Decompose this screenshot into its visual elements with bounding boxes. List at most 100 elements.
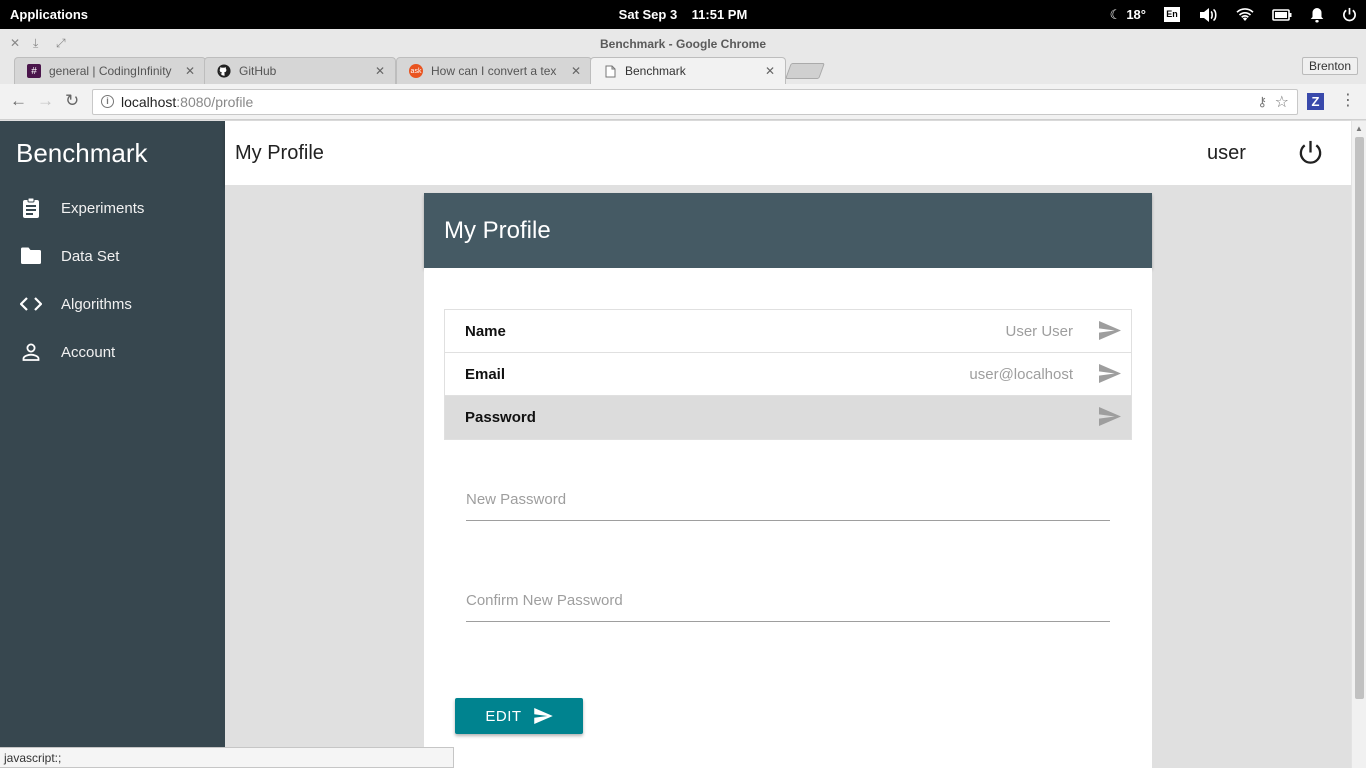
- sidebar-item-label: Data Set: [61, 247, 120, 265]
- tab-benchmark[interactable]: Benchmark ✕: [590, 57, 786, 84]
- confirm-password-input[interactable]: [466, 582, 1110, 618]
- sidebar-item-label: Algorithms: [61, 295, 132, 313]
- send-icon[interactable]: [1099, 364, 1121, 388]
- new-password-input[interactable]: [466, 481, 1110, 517]
- tab-codinginfinity[interactable]: # general | CodingInfinity ✕: [14, 57, 206, 84]
- power-icon: [1343, 7, 1356, 22]
- current-username: user: [1207, 142, 1246, 164]
- slack-hash-icon: #: [27, 64, 41, 78]
- profile-card-title: My Profile: [444, 217, 551, 244]
- wifi-indicator[interactable]: [1227, 0, 1263, 29]
- key-icon[interactable]: ⚷: [1257, 94, 1267, 110]
- profile-card-header: My Profile: [424, 193, 1152, 268]
- power-icon: [1299, 140, 1322, 164]
- bell-icon: [1310, 7, 1324, 22]
- zotero-extension-icon[interactable]: Z: [1307, 93, 1324, 110]
- row-label: Email: [465, 366, 506, 383]
- send-icon: [533, 708, 553, 724]
- sidebar-item-data-set[interactable]: Data Set: [0, 232, 225, 280]
- url-path: :8080/profile: [176, 94, 254, 110]
- row-value: user@localhost: [969, 366, 1073, 383]
- askubuntu-icon: ask: [409, 64, 423, 78]
- person-icon: [0, 343, 61, 361]
- volume-icon: [1200, 7, 1217, 22]
- tab-label: How can I convert a tex: [431, 64, 557, 78]
- scrollbar-thumb[interactable]: [1355, 137, 1364, 699]
- keyboard-layout-indicator[interactable]: En: [1155, 0, 1189, 29]
- address-bar[interactable]: i localhost:8080/profile ⚷ ☆: [92, 89, 1298, 115]
- sidebar: Benchmark Experiments Data Set Algorithm…: [0, 121, 225, 768]
- scroll-up-icon[interactable]: ▲: [1355, 124, 1363, 133]
- wifi-icon: [1236, 7, 1254, 21]
- weather-temperature: 18°: [1126, 7, 1146, 22]
- page-icon: [603, 64, 617, 78]
- tab-strip: # general | CodingInfinity ✕ GitHub ✕ as…: [0, 56, 1366, 84]
- new-password-field: [466, 481, 1110, 521]
- system-tray: ☾ 18° En: [1101, 0, 1366, 29]
- github-icon: [217, 64, 231, 78]
- sidebar-item-account[interactable]: Account: [0, 328, 225, 376]
- page-scrollbar[interactable]: ▲: [1351, 121, 1366, 768]
- reload-icon[interactable]: ↻: [65, 92, 79, 110]
- keyboard-layout-icon: En: [1164, 7, 1180, 22]
- profile-row-password[interactable]: Password: [445, 396, 1131, 439]
- notifications-indicator[interactable]: [1301, 0, 1333, 29]
- system-power-indicator[interactable]: [1333, 0, 1366, 29]
- tab-askubuntu[interactable]: ask How can I convert a tex ✕: [396, 57, 592, 84]
- profile-card-body: Name User User Email user@localhost Pass…: [424, 268, 1152, 768]
- tab-close-icon[interactable]: ✕: [765, 64, 775, 78]
- volume-indicator[interactable]: [1189, 0, 1227, 29]
- weather-indicator[interactable]: ☾ 18°: [1101, 0, 1155, 29]
- main-content: My Profile Name User User Email user@loc…: [225, 185, 1351, 768]
- address-url[interactable]: localhost:8080/profile: [121, 94, 253, 110]
- tab-label: general | CodingInfinity: [49, 64, 172, 78]
- bookmark-star-icon[interactable]: ☆: [1275, 92, 1289, 112]
- edit-button-label: EDIT: [485, 707, 522, 725]
- tab-close-icon[interactable]: ✕: [571, 64, 581, 78]
- folder-icon: [0, 247, 61, 265]
- code-icon: [0, 297, 61, 311]
- browser-toolbar: ← → ↻ i localhost:8080/profile ⚷ ☆ Z ⋮: [0, 84, 1366, 120]
- profile-row-name[interactable]: Name User User: [445, 310, 1131, 353]
- chrome-menu-icon[interactable]: ⋮: [1340, 93, 1356, 109]
- app-root: Benchmark Experiments Data Set Algorithm…: [0, 121, 1366, 768]
- logout-button[interactable]: [1297, 139, 1324, 171]
- system-time: 11:51 PM: [691, 7, 748, 22]
- profile-button[interactable]: Brenton: [1301, 57, 1358, 75]
- tab-close-icon[interactable]: ✕: [185, 64, 195, 78]
- brand-title[interactable]: Benchmark: [16, 138, 148, 169]
- maximize-window-icon[interactable]: ⤢: [56, 36, 66, 51]
- site-info-icon[interactable]: i: [101, 95, 114, 108]
- back-icon[interactable]: ←: [10, 92, 27, 110]
- tab-github[interactable]: GitHub ✕: [204, 57, 396, 84]
- forward-icon[interactable]: →: [37, 92, 54, 110]
- tab-close-icon[interactable]: ✕: [375, 64, 385, 78]
- sidebar-item-label: Account: [61, 343, 116, 361]
- send-icon[interactable]: [1099, 321, 1121, 345]
- sidebar-item-label: Experiments: [61, 199, 145, 217]
- minimize-window-icon[interactable]: ⤓: [33, 36, 38, 51]
- clipboard-icon: [0, 198, 61, 218]
- applications-menu[interactable]: Applications: [10, 7, 88, 22]
- edit-button[interactable]: EDIT: [455, 698, 583, 734]
- row-label: Name: [465, 323, 506, 340]
- battery-icon: [1272, 8, 1292, 21]
- row-label: Password: [465, 409, 536, 426]
- weather-moon-icon: ☾: [1109, 6, 1122, 22]
- url-host: localhost: [121, 94, 177, 110]
- system-date: Sat Sep 3: [618, 7, 678, 22]
- sidebar-item-experiments[interactable]: Experiments: [0, 184, 225, 232]
- confirm-password-field: [466, 582, 1110, 622]
- window-titlebar: ✕ ⤓ ⤢ Benchmark - Google Chrome: [0, 29, 1366, 56]
- top-app-bar: My Profile user: [225, 121, 1351, 185]
- send-icon[interactable]: [1099, 407, 1121, 431]
- new-tab-button[interactable]: [785, 63, 825, 79]
- battery-indicator[interactable]: [1263, 0, 1301, 29]
- sidebar-item-algorithms[interactable]: Algorithms: [0, 280, 225, 328]
- tab-label: Benchmark: [625, 64, 686, 78]
- tab-label: GitHub: [239, 64, 277, 78]
- profile-row-email[interactable]: Email user@localhost: [445, 353, 1131, 396]
- system-panel: Applications Sat Sep 3 11:51 PM ☾ 18° En: [0, 0, 1366, 29]
- close-window-icon[interactable]: ✕: [10, 36, 20, 50]
- row-value: User User: [1005, 323, 1073, 340]
